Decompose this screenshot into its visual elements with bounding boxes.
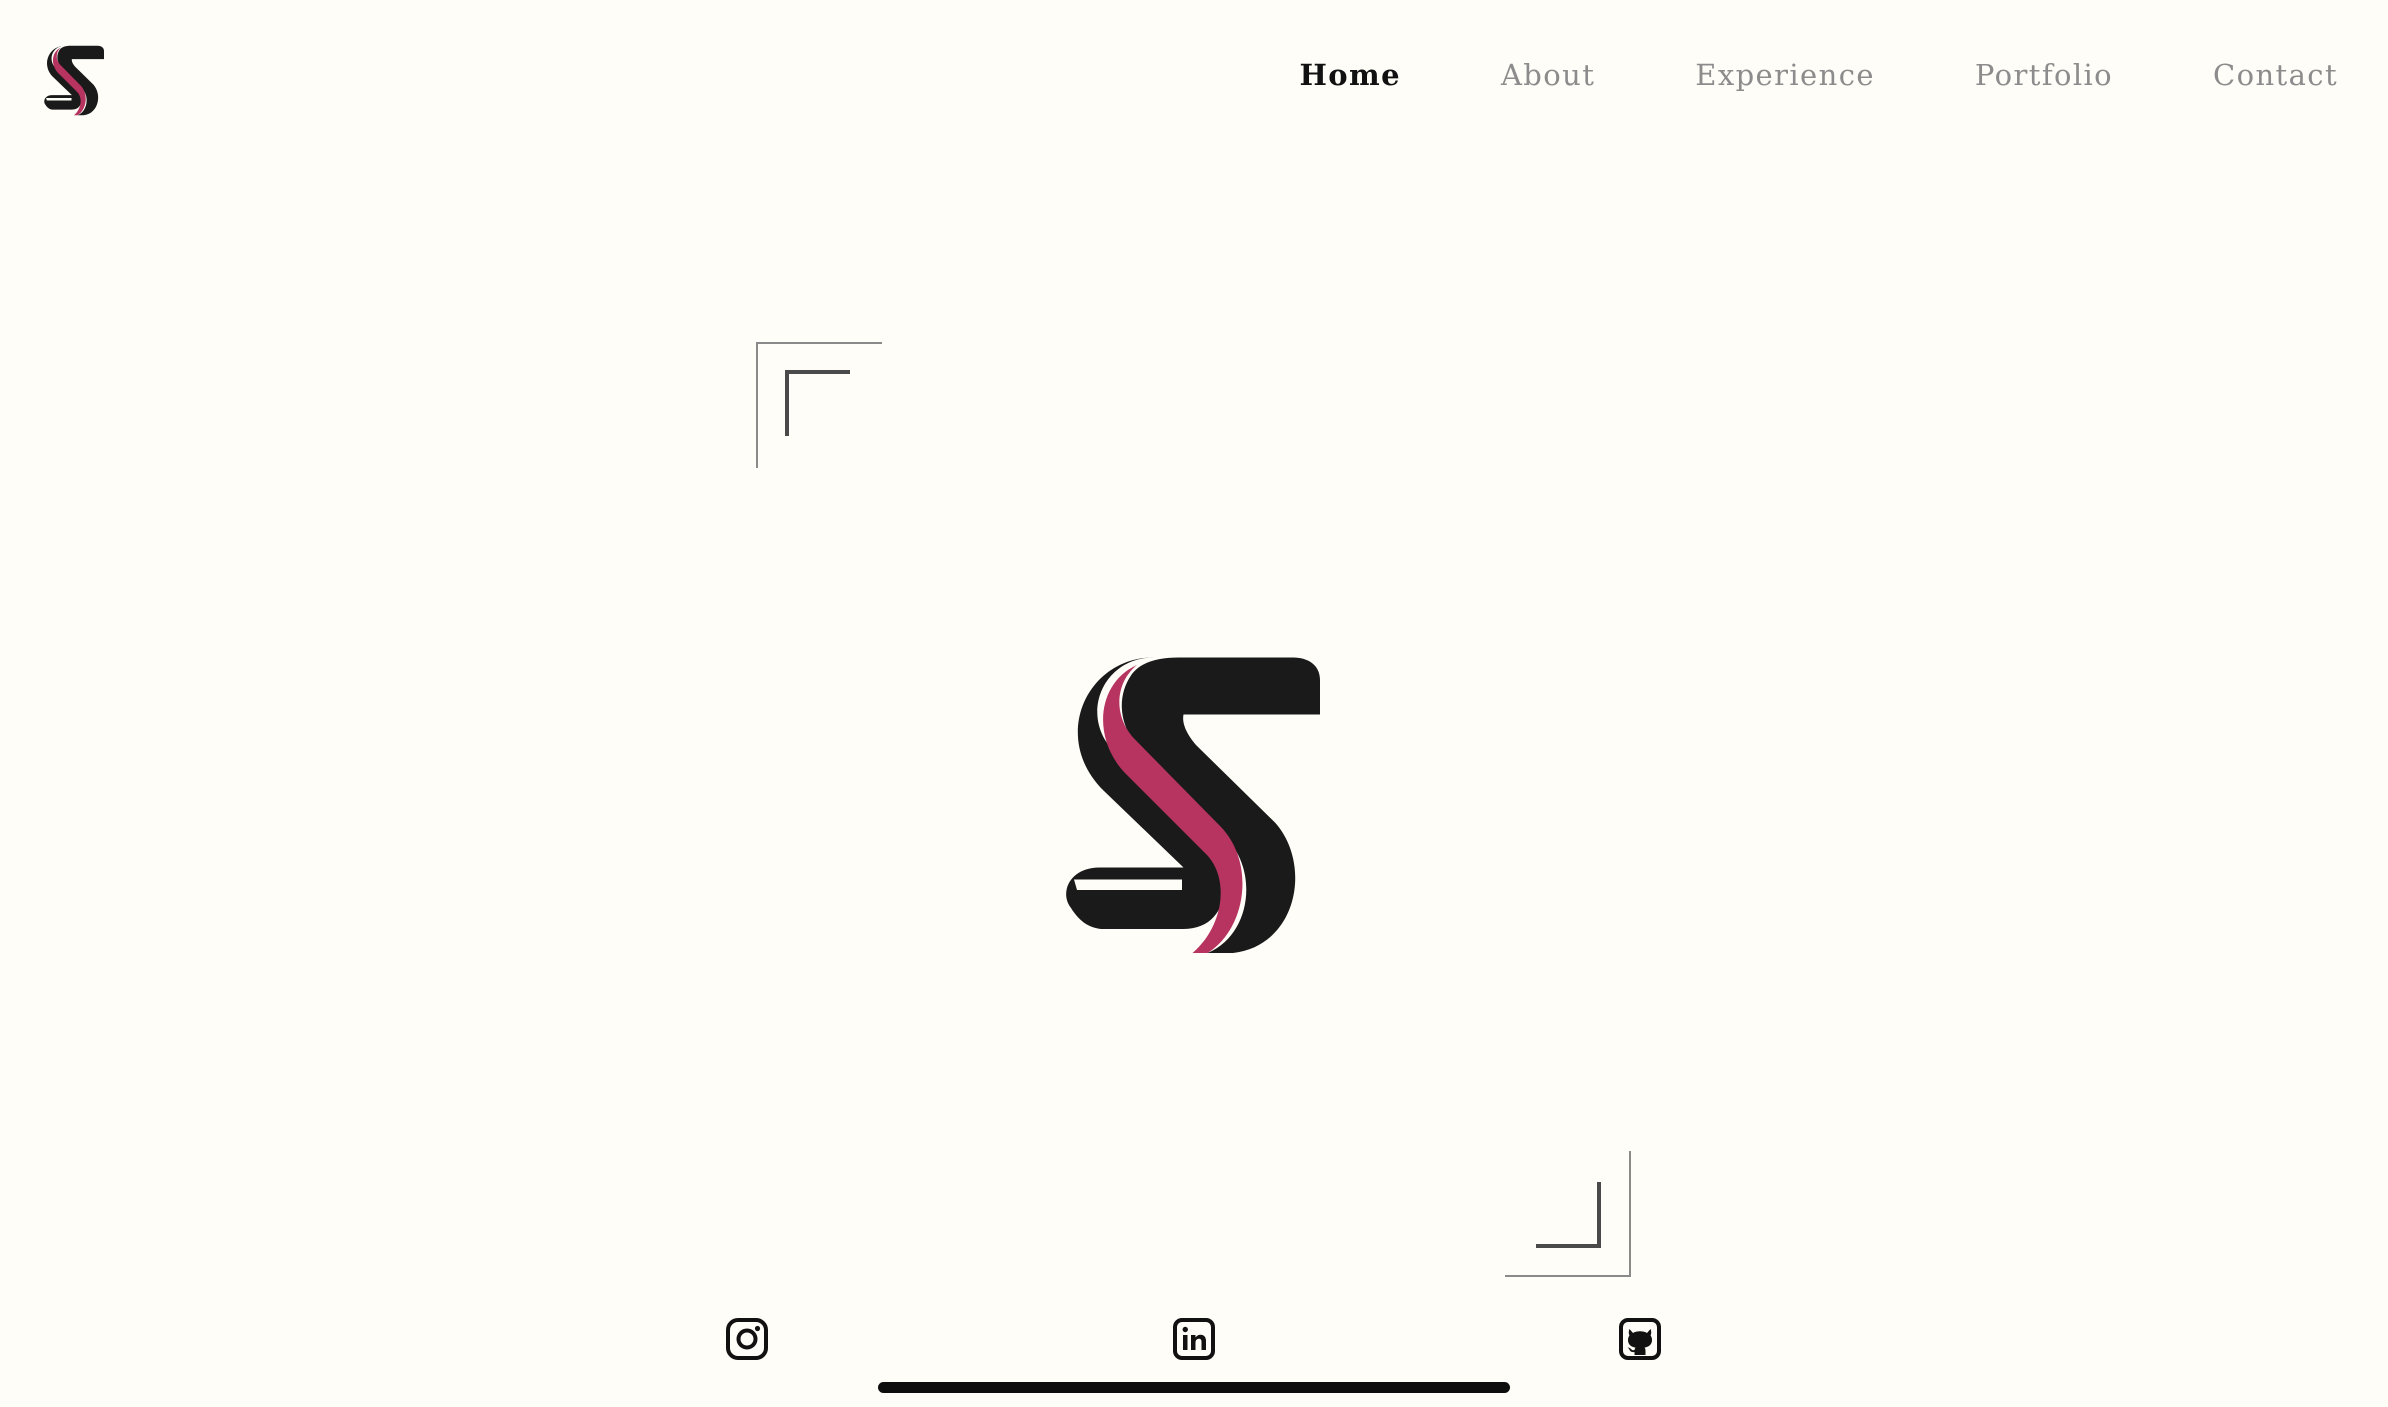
sf-monogram-icon [44,45,104,116]
github-link[interactable] [1618,1317,1662,1361]
nav-item-portfolio[interactable]: Portfolio [1975,58,2113,92]
brand-logo[interactable] [44,44,104,116]
linkedin-link[interactable] [1172,1317,1216,1361]
horizontal-scrollbar[interactable] [878,1382,1510,1393]
linkedin-icon [1173,1318,1215,1360]
frame-corner-top-left [756,342,882,468]
nav-item-contact[interactable]: Contact [2213,58,2338,92]
frame-corner-bottom-right [1505,1151,1631,1277]
nav-item-home[interactable]: Home [1299,58,1400,92]
main-nav: Home About Experience Portfolio Contact [1299,58,2338,92]
nav-item-experience[interactable]: Experience [1695,58,1875,92]
instagram-icon [726,1318,768,1360]
instagram-link[interactable] [725,1317,769,1361]
sf-monogram-icon [1066,657,1320,953]
github-icon [1619,1318,1661,1360]
hero-logo [1065,652,1320,954]
nav-item-about[interactable]: About [1501,58,1595,92]
